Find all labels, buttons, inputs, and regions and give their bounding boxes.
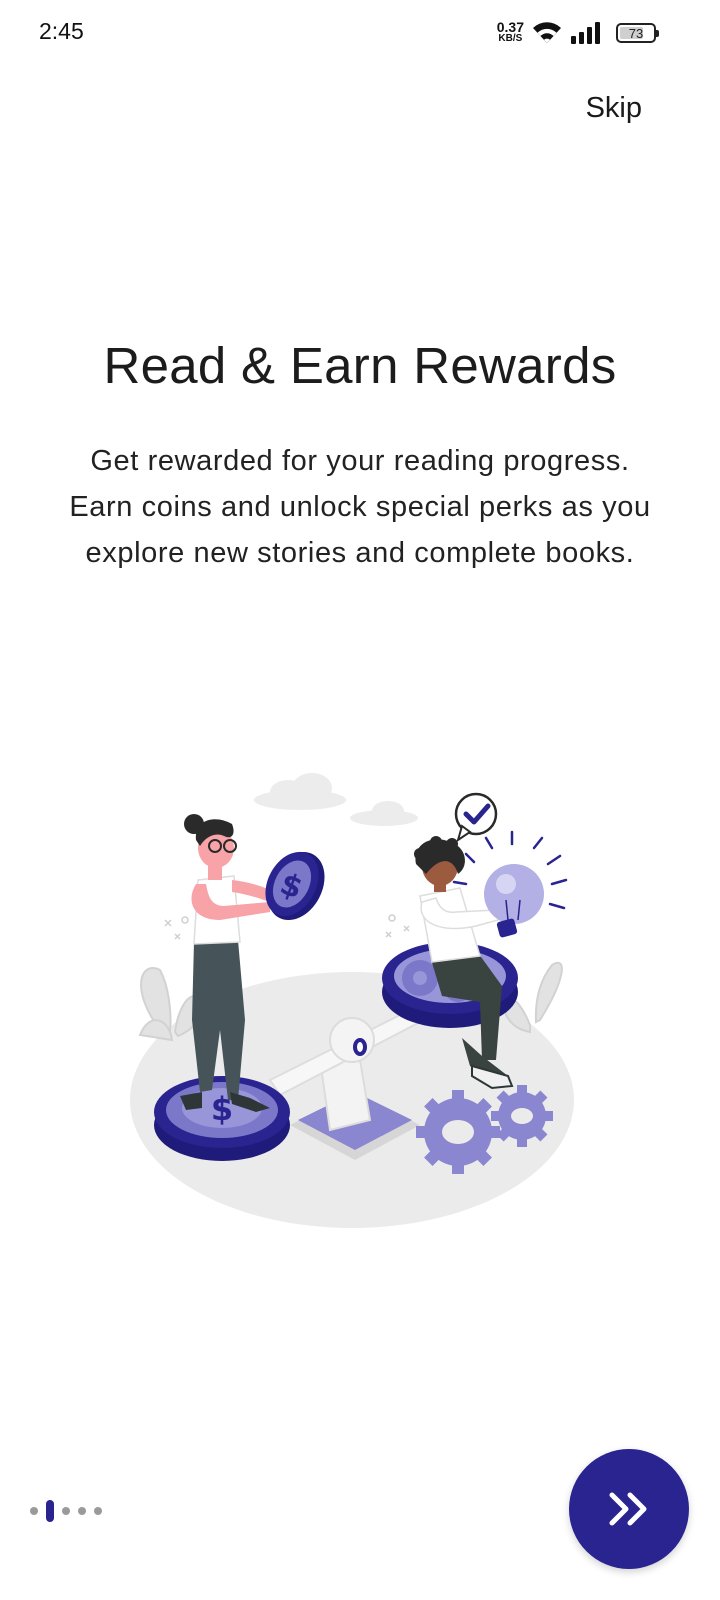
page-title: Read & Earn Rewards <box>103 337 617 394</box>
page-indicator <box>30 1496 102 1526</box>
status-time: 2:45 <box>39 18 84 44</box>
description-line: Get rewarded for your reading progress. <box>90 445 630 477</box>
wifi-icon <box>533 22 561 43</box>
network-speed-value: 0.37 <box>496 19 524 35</box>
page-dot <box>30 1507 38 1515</box>
coin-pedestal-left: $ <box>154 1076 290 1161</box>
page-dot <box>78 1507 86 1515</box>
rewards-illustration: $ $ <box>130 773 574 1228</box>
page-dot <box>94 1507 102 1515</box>
battery-indicator: 73 <box>616 23 659 43</box>
coin-icon: $ <box>265 851 325 921</box>
page-dot <box>62 1507 70 1515</box>
page-description: Get rewarded for your reading progress. … <box>20 438 700 576</box>
description-line: explore new stories and complete books. <box>85 537 635 569</box>
status-bar: 2:45 0.37 KB/S 73 <box>0 0 720 64</box>
cellular-signal-icon <box>571 22 600 44</box>
network-speed: 0.37 KB/S <box>496 19 524 44</box>
double-chevron-right-icon <box>609 1492 647 1526</box>
checkmark-icon <box>454 792 498 843</box>
battery-level: 73 <box>628 25 644 41</box>
next-button[interactable] <box>569 1449 689 1569</box>
description-line: Earn coins and unlock special perks as y… <box>69 491 651 523</box>
page-dot-active <box>46 1500 54 1522</box>
cloud-icon <box>254 773 418 826</box>
skip-button[interactable]: Skip <box>586 92 642 125</box>
status-icons: 0.37 KB/S 73 <box>496 18 659 48</box>
network-speed-unit: KB/S <box>498 33 523 44</box>
